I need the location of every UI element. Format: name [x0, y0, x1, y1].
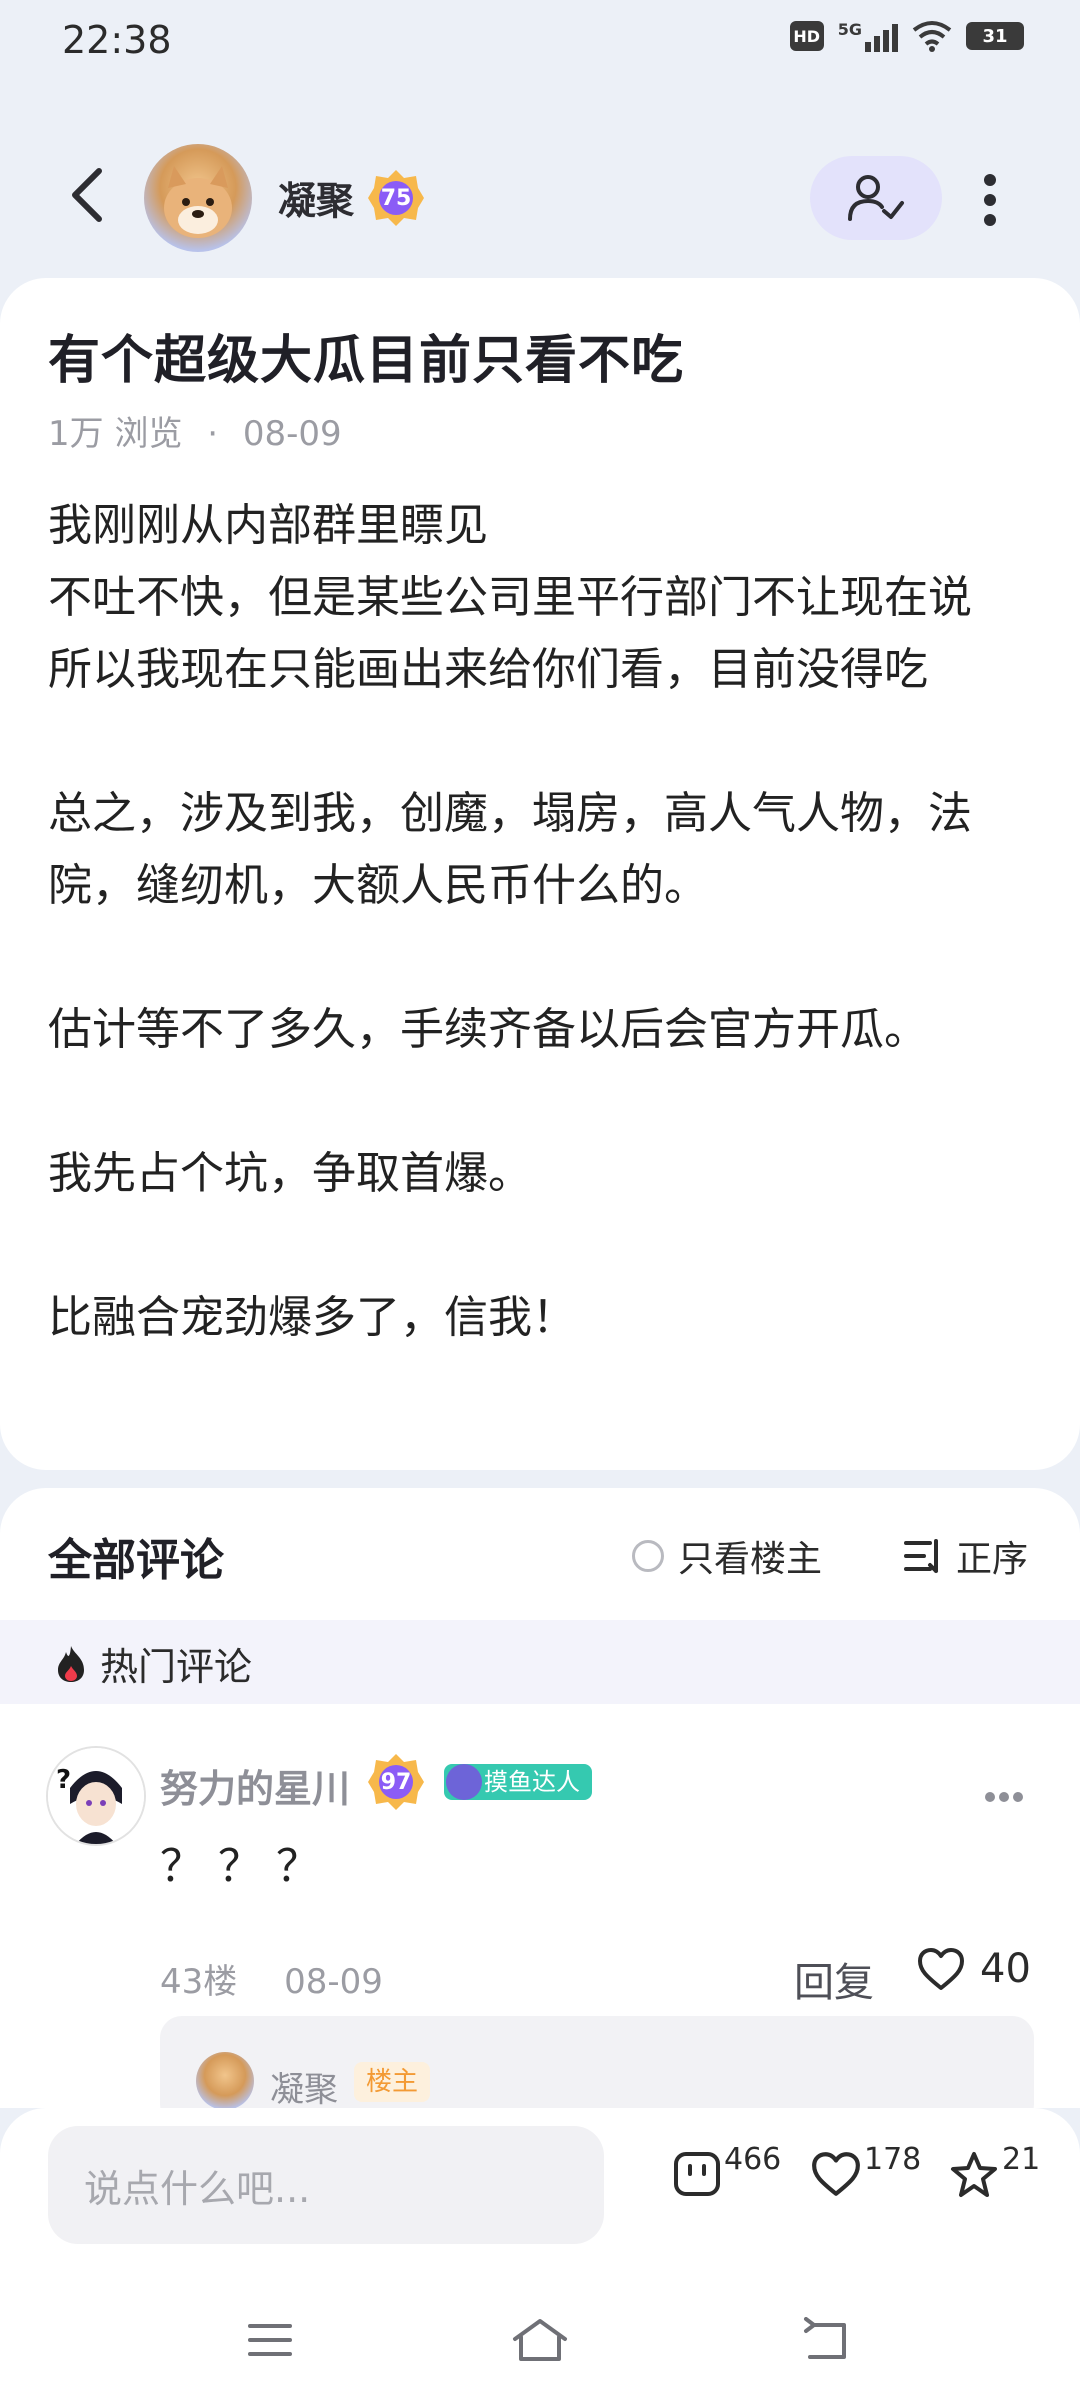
- chevron-left-icon: [72, 168, 102, 222]
- dog-avatar-icon: [164, 166, 232, 238]
- reply-button[interactable]: 回复: [794, 1950, 874, 2008]
- commenter-level-number: 97: [380, 1769, 412, 1795]
- back-arrow-icon: [804, 2317, 846, 2359]
- hot-label-text: 热门评论: [100, 1645, 253, 1689]
- comment-like-count: 40: [980, 1946, 1031, 1992]
- commenter-name[interactable]: 努力的星川: [160, 1758, 350, 1813]
- reply-avatar: [196, 2052, 254, 2110]
- comments-count: 466: [724, 2142, 782, 2177]
- menu-icon: [248, 2324, 292, 2356]
- comment-input-placeholder: 说点什么吧...: [84, 2166, 311, 2211]
- more-options-button[interactable]: [970, 170, 1010, 230]
- only-op-toggle[interactable]: 只看楼主: [632, 1530, 822, 1582]
- comment-bubble-icon: [674, 2152, 720, 2196]
- meta-dot: ·: [207, 414, 219, 454]
- battery-level: 31: [982, 25, 1008, 47]
- signal-icon: 5G: [838, 20, 898, 52]
- status-icons: HD 5G 31: [789, 20, 1024, 52]
- comment-input[interactable]: 说点什么吧...: [48, 2126, 604, 2244]
- radio-icon: [632, 1540, 664, 1572]
- post-views: 1万 浏览: [48, 414, 183, 454]
- hot-comments-label: 热门评论: [54, 1636, 252, 1691]
- comments-action[interactable]: 466: [672, 2142, 781, 2200]
- reply-author-name: 凝聚: [270, 2070, 338, 2110]
- level-number: 75: [380, 185, 412, 211]
- comment-text: ？？？: [160, 1841, 334, 1892]
- fire-icon: [58, 1645, 84, 1682]
- network-label: 5G: [837, 20, 862, 39]
- author-name[interactable]: 凝聚: [278, 170, 354, 225]
- sort-label: 正序: [956, 1539, 1029, 1580]
- post-body: 我刚刚从内部群里瞟见 不吐不快，但是某些公司里平行部门不让现在说 所以我现在只能…: [48, 500, 972, 1343]
- wifi-icon: [912, 21, 952, 52]
- more-vertical-icon: [984, 174, 996, 226]
- system-back-button[interactable]: [786, 2310, 866, 2370]
- more-horizontal-icon: [985, 1792, 1023, 1802]
- post-date: 08-09: [242, 414, 342, 454]
- comment-meta: 43楼 08-09: [160, 1954, 383, 2003]
- favorites-count: 21: [1002, 2142, 1041, 2177]
- heart-icon: [918, 1948, 964, 1990]
- commenter-avatar[interactable]: ?: [46, 1746, 146, 1846]
- follow-button[interactable]: [810, 156, 942, 240]
- likes-count: 178: [864, 2142, 922, 2177]
- home-button[interactable]: [500, 2310, 580, 2370]
- home-icon: [513, 2319, 567, 2361]
- post-title: 有个超级大瓜目前只看不吃: [48, 331, 685, 391]
- comment-like-button[interactable]: 40: [916, 1946, 1031, 1992]
- sort-button[interactable]: 正序: [904, 1530, 1028, 1582]
- favorite-action[interactable]: 21: [948, 2142, 1040, 2200]
- comments-title: 全部评论: [48, 1535, 224, 1586]
- fish-badge-icon: [446, 1764, 482, 1800]
- comment-date: 08-09: [284, 1962, 383, 2002]
- sort-icon: [904, 1539, 938, 1573]
- post-meta: 1万 浏览 · 08-09: [48, 406, 342, 455]
- only-op-label: 只看楼主: [678, 1539, 823, 1580]
- heart-icon: [812, 2152, 860, 2196]
- star-icon: [951, 2152, 997, 2197]
- like-action[interactable]: 178: [810, 2142, 921, 2198]
- level-badge: 75: [366, 168, 426, 228]
- anime-avatar-icon: ?: [48, 1748, 144, 1844]
- back-button[interactable]: [62, 160, 112, 230]
- battery-icon: 31: [966, 22, 1024, 50]
- hd-icon: HD: [789, 21, 824, 51]
- status-time: 22:38: [62, 18, 172, 62]
- commenter-level-badge: 97: [366, 1752, 426, 1812]
- hd-label: HD: [793, 26, 821, 46]
- comment-floor: 43楼: [160, 1962, 238, 2002]
- author-avatar[interactable]: [144, 144, 252, 252]
- recents-button[interactable]: [230, 2310, 310, 2370]
- comment-more-button[interactable]: [984, 1772, 1024, 1812]
- svg-text:?: ?: [56, 1765, 71, 1795]
- op-badge: 楼主: [354, 2062, 431, 2102]
- user-check-icon: [848, 175, 904, 221]
